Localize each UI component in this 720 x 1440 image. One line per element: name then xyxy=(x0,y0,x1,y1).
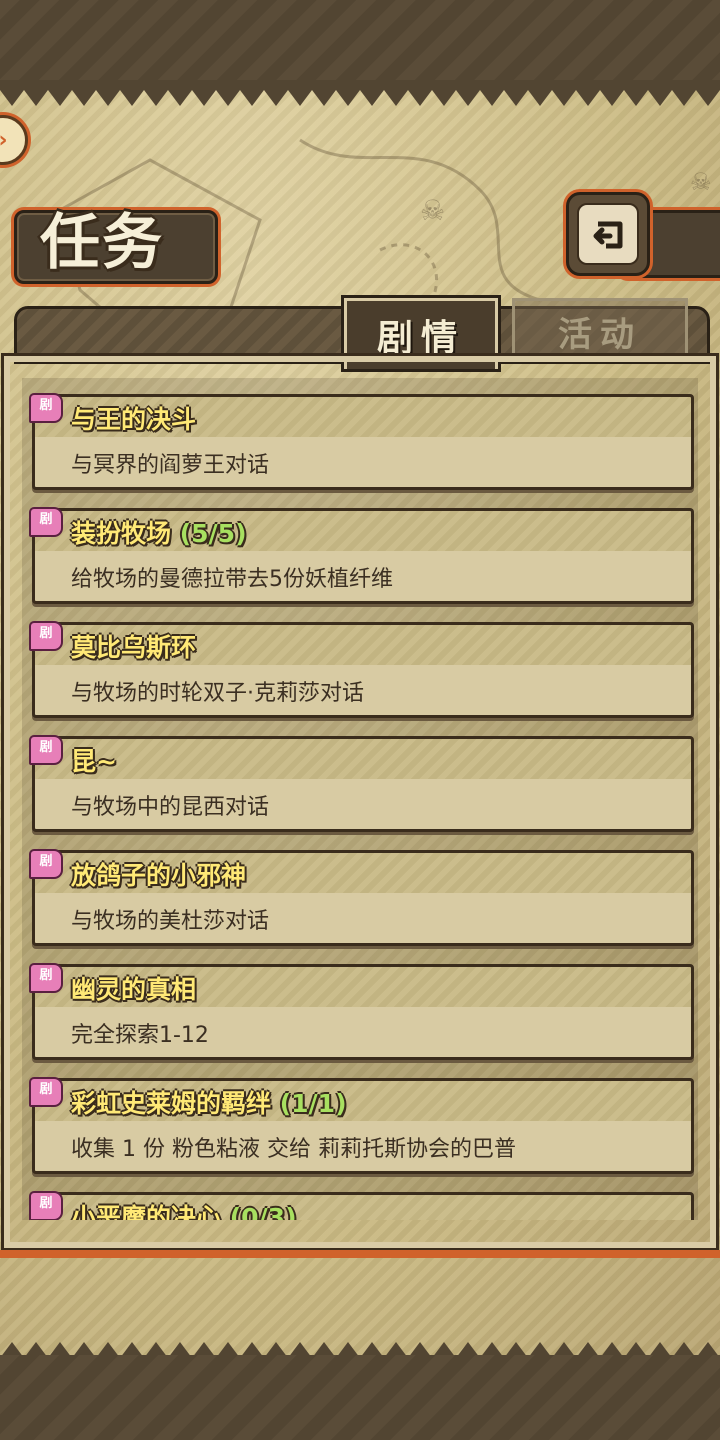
quest-item[interactable]: 剧 昆~ 与牧场中的昆西对话 xyxy=(29,735,694,832)
quest-badge: 剧 xyxy=(29,963,63,993)
quest-progress: (0/3) xyxy=(229,1203,297,1220)
quest-badge: 剧 xyxy=(29,507,63,537)
quest-title: 小恶魔的决心 (0/3) xyxy=(71,1198,297,1220)
quest-header: 剧 幽灵的真相 xyxy=(29,963,694,1009)
quest-badge: 剧 xyxy=(29,735,63,765)
quest-body: 收集 1 份 粉色粘液 交给 莉莉托斯协会的巴普 xyxy=(32,1121,694,1174)
quest-body: 完全探索1-12 xyxy=(32,1007,694,1060)
quest-item[interactable]: 剧 放鸽子的小邪神 与牧场的美杜莎对话 xyxy=(29,849,694,946)
quest-header: 剧 莫比乌斯环 xyxy=(29,621,694,667)
quest-title: 装扮牧场 (5/5) xyxy=(71,519,247,548)
quest-header: 剧 昆~ xyxy=(29,735,694,781)
quest-header: 剧 彩虹史莱姆的羁绊 (1/1) xyxy=(29,1077,694,1123)
return-arrow-icon xyxy=(577,203,639,265)
tab-event-label: 活动 xyxy=(558,314,642,355)
quest-title: 昆~ xyxy=(71,747,117,776)
quest-item[interactable]: 剧 小恶魔的决心 (0/3) xyxy=(29,1191,694,1220)
quest-header: 剧 与王的决斗 xyxy=(29,393,694,439)
frame-bottom-accent xyxy=(0,1250,720,1258)
quest-body: 与牧场中的昆西对话 xyxy=(32,779,694,832)
quest-description: 完全探索1-12 xyxy=(71,1023,209,1048)
quest-description: 收集 1 份 粉色粘液 交给 莉莉托斯协会的巴普 xyxy=(71,1137,516,1162)
quest-title: 与王的决斗 xyxy=(71,405,197,434)
svg-text:☠: ☠ xyxy=(690,168,712,196)
quest-item[interactable]: 剧 装扮牧场 (5/5) 给牧场的曼德拉带去5份妖植纤维 xyxy=(29,507,694,604)
quest-badge: 剧 xyxy=(29,393,63,423)
quest-description: 与牧场中的昆西对话 xyxy=(71,795,270,820)
quest-badge: 剧 xyxy=(29,1077,63,1107)
tab-event[interactable]: 活动 xyxy=(512,298,688,361)
quest-badge: 剧 xyxy=(29,849,63,879)
quest-body: 与牧场的时轮双子·克莉莎对话 xyxy=(32,665,694,718)
quest-item[interactable]: 剧 与王的决斗 与冥界的阎萝王对话 xyxy=(29,393,694,490)
quest-header: 剧 装扮牧场 (5/5) xyxy=(29,507,694,553)
return-button[interactable] xyxy=(566,192,650,276)
tab-story-label: 剧情 xyxy=(376,317,465,359)
quest-list[interactable]: 剧 与王的决斗 与冥界的阎萝王对话 剧 装扮牧场 (5/5) 给牧场的曼德拉带去… xyxy=(22,378,698,1220)
quest-badge: 剧 xyxy=(29,621,63,651)
quest-title: 放鸽子的小邪神 xyxy=(71,861,247,890)
skull-icon: ☠ xyxy=(420,194,445,227)
quest-title: 彩虹史莱姆的羁绊 (1/1) xyxy=(71,1089,347,1118)
quest-title: 幽灵的真相 xyxy=(71,975,197,1004)
chevron-right-icon: › xyxy=(0,128,8,153)
quest-item[interactable]: 剧 幽灵的真相 完全探索1-12 xyxy=(29,963,694,1060)
quest-body: 与牧场的美杜莎对话 xyxy=(32,893,694,946)
quest-item[interactable]: 剧 莫比乌斯环 与牧场的时轮双子·克莉莎对话 xyxy=(29,621,694,718)
quest-body: 给牧场的曼德拉带去5份妖植纤维 xyxy=(32,551,694,604)
quest-progress: (5/5) xyxy=(179,519,247,548)
bottom-border-band xyxy=(0,1355,720,1440)
quest-description: 给牧场的曼德拉带去5份妖植纤维 xyxy=(71,567,393,592)
quest-description: 与冥界的阎萝王对话 xyxy=(71,453,270,478)
top-border-band xyxy=(0,0,720,90)
quest-description: 与牧场的美杜莎对话 xyxy=(71,909,270,934)
quest-item[interactable]: 剧 彩虹史莱姆的羁绊 (1/1) 收集 1 份 粉色粘液 交给 莉莉托斯协会的巴… xyxy=(29,1077,694,1174)
page-title: 任务 xyxy=(40,208,164,278)
quest-title: 莫比乌斯环 xyxy=(71,633,197,662)
quest-badge: 剧 xyxy=(29,1191,63,1220)
quest-progress: (1/1) xyxy=(279,1089,347,1118)
quest-header: 剧 放鸽子的小邪神 xyxy=(29,849,694,895)
quest-header: 剧 小恶魔的决心 (0/3) xyxy=(29,1191,694,1220)
quest-description: 与牧场的时轮双子·克莉莎对话 xyxy=(71,681,364,706)
quest-body: 与冥界的阎萝王对话 xyxy=(32,437,694,490)
